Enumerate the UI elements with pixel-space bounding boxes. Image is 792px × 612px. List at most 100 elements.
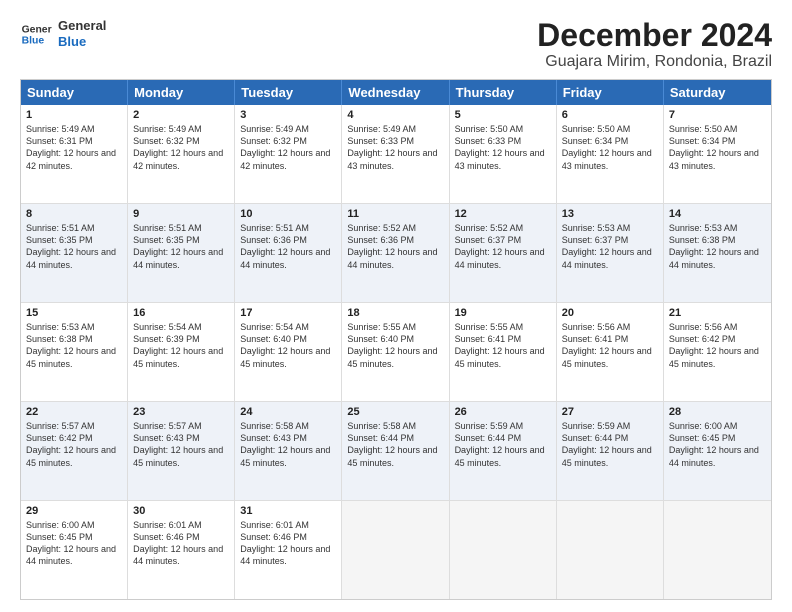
header: General Blue General Blue December 2024 … — [20, 18, 772, 71]
daylight: Daylight: 12 hours and 42 minutes. — [26, 148, 116, 170]
sunrise: Sunrise: 5:57 AM — [26, 421, 95, 431]
cell-info: Sunrise: 5:53 AM Sunset: 6:38 PM Dayligh… — [669, 222, 766, 271]
sunset: Sunset: 6:38 PM — [26, 334, 93, 344]
cell-info: Sunrise: 5:55 AM Sunset: 6:41 PM Dayligh… — [455, 321, 551, 370]
cell-w4-d2: 23 Sunrise: 5:57 AM Sunset: 6:43 PM Dayl… — [128, 402, 235, 500]
sunset: Sunset: 6:46 PM — [133, 532, 200, 542]
daylight: Daylight: 12 hours and 43 minutes. — [347, 148, 437, 170]
day-number: 26 — [455, 406, 551, 418]
cell-info: Sunrise: 5:57 AM Sunset: 6:42 PM Dayligh… — [26, 420, 122, 469]
daylight: Daylight: 12 hours and 42 minutes. — [133, 148, 223, 170]
week-row-2: 8 Sunrise: 5:51 AM Sunset: 6:35 PM Dayli… — [21, 204, 771, 303]
cell-info: Sunrise: 5:49 AM Sunset: 6:31 PM Dayligh… — [26, 123, 122, 172]
cell-w3-d5: 19 Sunrise: 5:55 AM Sunset: 6:41 PM Dayl… — [450, 303, 557, 401]
daylight: Daylight: 12 hours and 44 minutes. — [455, 247, 545, 269]
cell-info: Sunrise: 5:54 AM Sunset: 6:39 PM Dayligh… — [133, 321, 229, 370]
sunrise: Sunrise: 5:55 AM — [347, 322, 416, 332]
cell-w2-d3: 10 Sunrise: 5:51 AM Sunset: 6:36 PM Dayl… — [235, 204, 342, 302]
sunrise: Sunrise: 5:58 AM — [240, 421, 309, 431]
daylight: Daylight: 12 hours and 44 minutes. — [562, 247, 652, 269]
sunset: Sunset: 6:36 PM — [347, 235, 414, 245]
cell-info: Sunrise: 5:52 AM Sunset: 6:37 PM Dayligh… — [455, 222, 551, 271]
daylight: Daylight: 12 hours and 44 minutes. — [347, 247, 437, 269]
day-number: 24 — [240, 406, 336, 418]
day-number: 1 — [26, 109, 122, 121]
sunrise: Sunrise: 5:57 AM — [133, 421, 202, 431]
daylight: Daylight: 12 hours and 45 minutes. — [133, 346, 223, 368]
week-row-1: 1 Sunrise: 5:49 AM Sunset: 6:31 PM Dayli… — [21, 105, 771, 204]
day-number: 11 — [347, 208, 443, 220]
sunset: Sunset: 6:31 PM — [26, 136, 93, 146]
sunrise: Sunrise: 5:51 AM — [240, 223, 309, 233]
cell-w1-d1: 1 Sunrise: 5:49 AM Sunset: 6:31 PM Dayli… — [21, 105, 128, 203]
cell-w3-d7: 21 Sunrise: 5:56 AM Sunset: 6:42 PM Dayl… — [664, 303, 771, 401]
sunset: Sunset: 6:33 PM — [347, 136, 414, 146]
sunrise: Sunrise: 6:01 AM — [240, 520, 309, 530]
cell-w4-d4: 25 Sunrise: 5:58 AM Sunset: 6:44 PM Dayl… — [342, 402, 449, 500]
cell-w5-d4 — [342, 501, 449, 599]
daylight: Daylight: 12 hours and 45 minutes. — [455, 445, 545, 467]
day-number: 7 — [669, 109, 766, 121]
daylight: Daylight: 12 hours and 42 minutes. — [240, 148, 330, 170]
sunset: Sunset: 6:39 PM — [133, 334, 200, 344]
cell-info: Sunrise: 5:50 AM Sunset: 6:33 PM Dayligh… — [455, 123, 551, 172]
cell-w5-d6 — [557, 501, 664, 599]
day-number: 4 — [347, 109, 443, 121]
sunset: Sunset: 6:43 PM — [240, 433, 307, 443]
cell-info: Sunrise: 5:59 AM Sunset: 6:44 PM Dayligh… — [455, 420, 551, 469]
sunset: Sunset: 6:42 PM — [669, 334, 736, 344]
day-number: 30 — [133, 505, 229, 517]
daylight: Daylight: 12 hours and 44 minutes. — [669, 445, 759, 467]
cell-info: Sunrise: 5:51 AM Sunset: 6:35 PM Dayligh… — [133, 222, 229, 271]
cell-info: Sunrise: 5:58 AM Sunset: 6:43 PM Dayligh… — [240, 420, 336, 469]
day-number: 2 — [133, 109, 229, 121]
svg-text:General: General — [22, 24, 52, 35]
cell-w4-d1: 22 Sunrise: 5:57 AM Sunset: 6:42 PM Dayl… — [21, 402, 128, 500]
sunset: Sunset: 6:41 PM — [562, 334, 629, 344]
daylight: Daylight: 12 hours and 45 minutes. — [455, 346, 545, 368]
cell-info: Sunrise: 5:53 AM Sunset: 6:37 PM Dayligh… — [562, 222, 658, 271]
day-number: 21 — [669, 307, 766, 319]
cell-info: Sunrise: 5:56 AM Sunset: 6:42 PM Dayligh… — [669, 321, 766, 370]
sunrise: Sunrise: 6:00 AM — [26, 520, 95, 530]
daylight: Daylight: 12 hours and 45 minutes. — [562, 346, 652, 368]
day-number: 23 — [133, 406, 229, 418]
day-number: 14 — [669, 208, 766, 220]
daylight: Daylight: 12 hours and 44 minutes. — [669, 247, 759, 269]
sunrise: Sunrise: 5:49 AM — [240, 124, 309, 134]
sunrise: Sunrise: 6:01 AM — [133, 520, 202, 530]
daylight: Daylight: 12 hours and 45 minutes. — [26, 346, 116, 368]
day-number: 6 — [562, 109, 658, 121]
day-number: 27 — [562, 406, 658, 418]
cell-info: Sunrise: 5:50 AM Sunset: 6:34 PM Dayligh… — [669, 123, 766, 172]
sunrise: Sunrise: 5:49 AM — [133, 124, 202, 134]
sunset: Sunset: 6:43 PM — [133, 433, 200, 443]
daylight: Daylight: 12 hours and 44 minutes. — [133, 544, 223, 566]
sunset: Sunset: 6:37 PM — [562, 235, 629, 245]
sunrise: Sunrise: 5:50 AM — [562, 124, 631, 134]
svg-text:Blue: Blue — [22, 36, 45, 47]
cell-info: Sunrise: 5:53 AM Sunset: 6:38 PM Dayligh… — [26, 321, 122, 370]
day-number: 17 — [240, 307, 336, 319]
sunrise: Sunrise: 5:58 AM — [347, 421, 416, 431]
daylight: Daylight: 12 hours and 44 minutes. — [240, 247, 330, 269]
day-number: 28 — [669, 406, 766, 418]
sunset: Sunset: 6:33 PM — [455, 136, 522, 146]
cell-w2-d5: 12 Sunrise: 5:52 AM Sunset: 6:37 PM Dayl… — [450, 204, 557, 302]
sunrise: Sunrise: 5:59 AM — [562, 421, 631, 431]
cell-w4-d5: 26 Sunrise: 5:59 AM Sunset: 6:44 PM Dayl… — [450, 402, 557, 500]
sunset: Sunset: 6:35 PM — [133, 235, 200, 245]
cell-info: Sunrise: 5:50 AM Sunset: 6:34 PM Dayligh… — [562, 123, 658, 172]
sunset: Sunset: 6:35 PM — [26, 235, 93, 245]
daylight: Daylight: 12 hours and 43 minutes. — [455, 148, 545, 170]
cell-w1-d3: 3 Sunrise: 5:49 AM Sunset: 6:32 PM Dayli… — [235, 105, 342, 203]
logo-line2: Blue — [58, 34, 106, 50]
cell-w5-d5 — [450, 501, 557, 599]
daylight: Daylight: 12 hours and 45 minutes. — [240, 445, 330, 467]
sunrise: Sunrise: 5:49 AM — [347, 124, 416, 134]
page-title: December 2024 — [537, 18, 772, 53]
sunrise: Sunrise: 5:50 AM — [669, 124, 738, 134]
cell-info: Sunrise: 6:00 AM Sunset: 6:45 PM Dayligh… — [669, 420, 766, 469]
sunrise: Sunrise: 5:51 AM — [26, 223, 95, 233]
page: General Blue General Blue December 2024 … — [0, 0, 792, 612]
